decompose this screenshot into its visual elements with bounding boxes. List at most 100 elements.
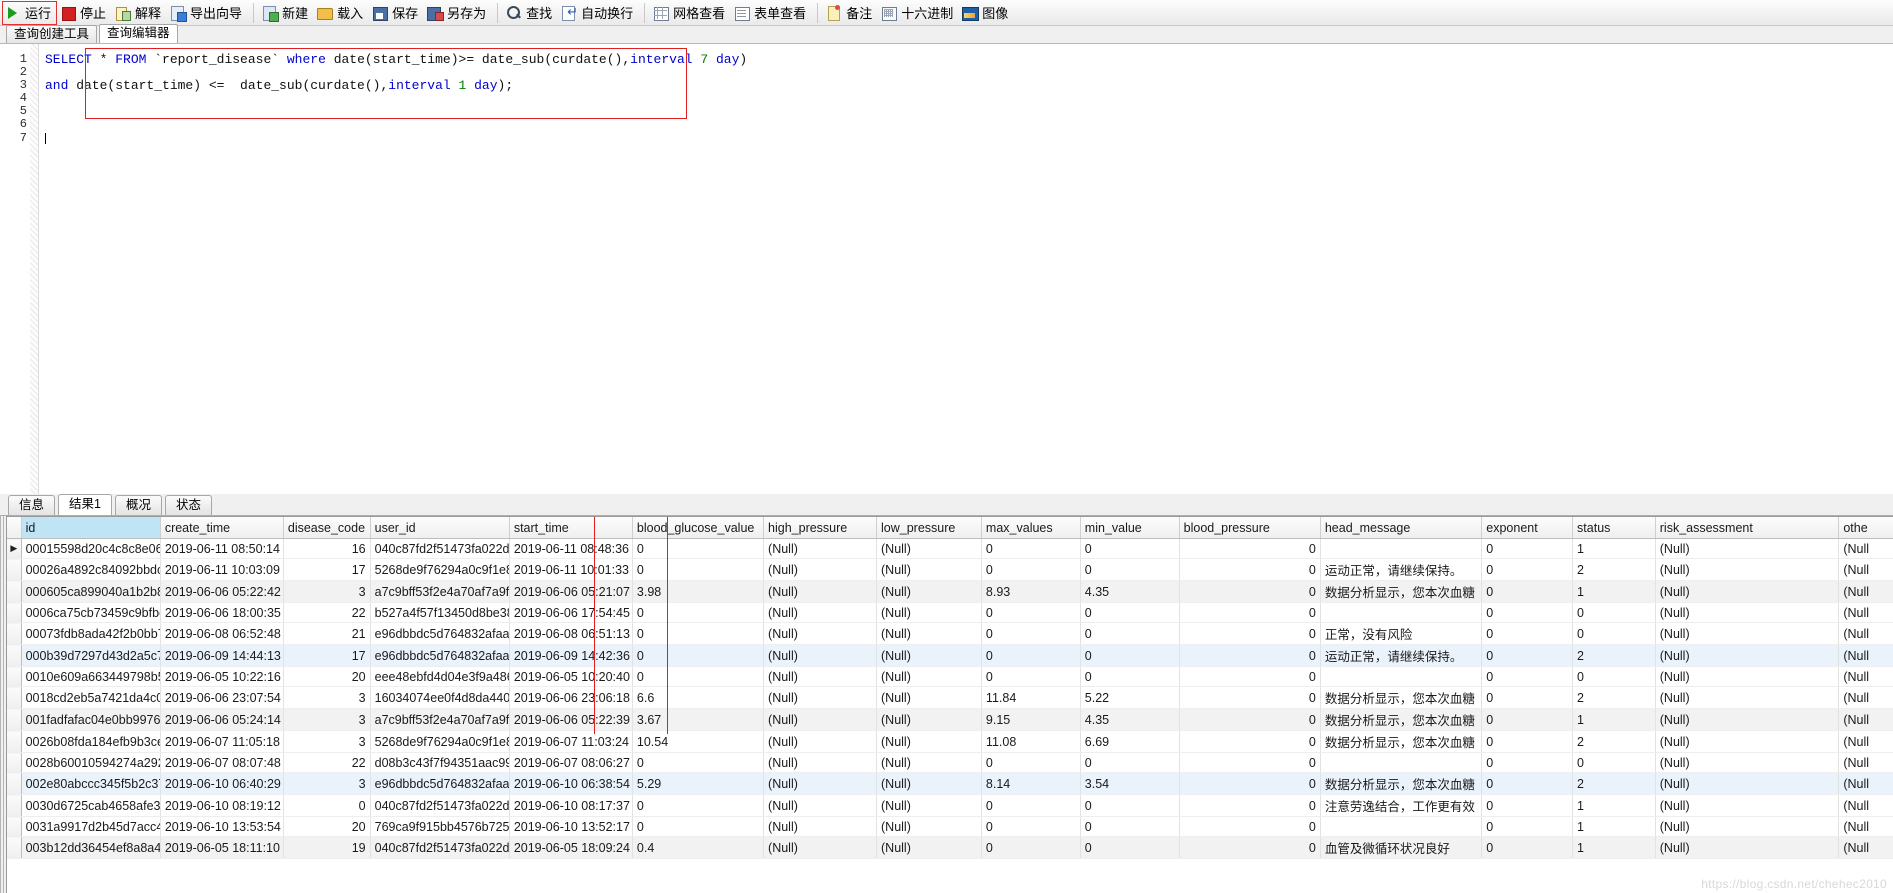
cell-high_pressure[interactable]: (Null) [763,816,878,837]
column-header-user_id[interactable]: user_id [370,517,510,539]
cell-min_value[interactable]: 5.22 [1080,686,1180,709]
column-header-blood_pressure[interactable]: blood_pressure [1179,517,1321,539]
row-marker[interactable] [7,752,22,773]
cell-exponent[interactable]: 0 [1481,708,1574,731]
cell-risk_assessment[interactable]: (Null) [1655,602,1840,623]
cell-max_values[interactable]: 8.93 [981,580,1081,603]
save-as-button[interactable]: 另存为 [424,2,492,24]
cell-id[interactable]: 0026b08fda184efb9b3ce: [21,730,161,753]
cell-status[interactable]: 2 [1572,644,1656,667]
cell-min_value[interactable]: 0 [1080,622,1180,645]
cell-low_pressure[interactable]: (Null) [876,580,982,603]
table-row[interactable]: 0006ca75cb73459c9bfbe 2019-06-06 18:00:35… [7,602,1893,623]
cell-max_values[interactable]: 0 [981,794,1081,817]
cell-min_value[interactable]: 0 [1080,836,1180,859]
table-row[interactable]: 0030d6725cab4658afe3d 2019-06-10 08:19:12… [7,794,1893,817]
cell-exponent[interactable]: 0 [1481,816,1574,837]
cell-exponent[interactable]: 0 [1481,666,1574,687]
cell-head_message[interactable]: 运动正常，请继续保持。 [1320,558,1483,581]
row-marker[interactable] [7,602,22,623]
cell-high_pressure[interactable]: (Null) [763,644,878,667]
cell-blood_glucose_value[interactable]: 0 [632,816,765,837]
cell-exponent[interactable]: 0 [1481,538,1574,559]
cell-min_value[interactable]: 4.35 [1080,708,1180,731]
cell-start_time[interactable]: 2019-06-08 06:51:13 [509,622,633,645]
row-marker[interactable] [7,580,22,603]
cell-low_pressure[interactable]: (Null) [876,752,982,773]
cell-exponent[interactable]: 0 [1481,836,1574,859]
cell-user_id[interactable]: a7c9bff53f2e4a70af7a9f6 [370,580,510,603]
cell-max_values[interactable]: 9.15 [981,708,1081,731]
cell-high_pressure[interactable]: (Null) [763,752,878,773]
cell-create_time[interactable]: 2019-06-08 06:52:48 [160,622,284,645]
cell-id[interactable]: 00015598d20c4c8c8e06b [21,538,161,559]
sql-editor[interactable]: 1234567 SELECT * FROM `report_disease` w… [0,44,1893,510]
cell-create_time[interactable]: 2019-06-09 14:44:13 [160,644,284,667]
row-marker[interactable] [7,730,22,753]
cell-status[interactable]: 0 [1572,752,1656,773]
cell-id[interactable]: 002e80abccc345f5b2c37¿ [21,772,161,795]
tab-query-builder[interactable]: 查询创建工具 [6,25,98,43]
cell-start_time[interactable]: 2019-06-11 08:48:36 [509,538,633,559]
cell-high_pressure[interactable]: (Null) [763,836,878,859]
cell-disease_code[interactable]: 20 [283,816,371,837]
column-header-exponent[interactable]: exponent [1481,517,1574,539]
cell-low_pressure[interactable]: (Null) [876,794,982,817]
grid-view-button[interactable]: 网格查看 [650,2,731,24]
cell-disease_code[interactable]: 17 [283,558,371,581]
cell-disease_code[interactable]: 3 [283,686,371,709]
table-row[interactable]: 000b39d7297d43d2a5c7: 2019-06-09 14:44:13… [7,644,1893,667]
column-header-max_values[interactable]: max_values [981,517,1081,539]
cell-head_message[interactable]: 注意劳逸结合，工作更有效 [1320,794,1483,817]
cell-start_time[interactable]: 2019-06-09 14:42:36 [509,644,633,667]
cell-blood_pressure[interactable]: 0 [1179,622,1321,645]
cell-status[interactable]: 1 [1572,816,1656,837]
run-button[interactable]: 运行 [2,0,58,25]
cell-blood_pressure[interactable]: 0 [1179,538,1321,559]
cell-disease_code[interactable]: 16 [283,538,371,559]
tab-info[interactable]: 信息 [8,495,56,515]
cell-user_id[interactable]: 040c87fd2f51473fa022d2 [370,538,510,559]
cell-disease_code[interactable]: 21 [283,622,371,645]
cell-status[interactable]: 0 [1572,666,1656,687]
cell-id[interactable]: 000b39d7297d43d2a5c7: [21,644,161,667]
column-header-risk_assessment[interactable]: risk_assessment [1655,517,1840,539]
cell-user_id[interactable]: eee48ebfd4d04e3f9a486 [370,666,510,687]
cell-status[interactable]: 1 [1572,836,1656,859]
cell-othe[interactable]: (Null [1838,816,1893,837]
cell-create_time[interactable]: 2019-06-07 11:05:18 [160,730,284,753]
row-marker[interactable] [7,558,22,581]
cell-start_time[interactable]: 2019-06-06 05:22:39 [509,708,633,731]
cell-create_time[interactable]: 2019-06-06 05:22:42 [160,580,284,603]
cell-high_pressure[interactable]: (Null) [763,772,878,795]
cell-status[interactable]: 2 [1572,558,1656,581]
cell-high_pressure[interactable]: (Null) [763,558,878,581]
column-header-high_pressure[interactable]: high_pressure [763,517,878,539]
cell-othe[interactable]: (Null [1838,772,1893,795]
cell-id[interactable]: 0018cd2eb5a7421da4c05 [21,686,161,709]
cell-user_id[interactable]: 5268de9f76294a0c9f1e8f [370,730,510,753]
cell-head_message[interactable]: 数据分析显示，您本次血糖 [1320,708,1483,731]
cell-id[interactable]: 00073fdb8ada42f2b0bb7 [21,622,161,645]
cell-start_time[interactable]: 2019-06-07 08:06:27 [509,752,633,773]
cell-min_value[interactable]: 0 [1080,794,1180,817]
cell-othe[interactable]: (Null [1838,686,1893,709]
cell-max_values[interactable]: 0 [981,816,1081,837]
cell-risk_assessment[interactable]: (Null) [1655,730,1840,753]
column-header-start_time[interactable]: start_time [509,517,633,539]
cell-blood_pressure[interactable]: 0 [1179,772,1321,795]
cell-disease_code[interactable]: 22 [283,752,371,773]
row-marker[interactable] [7,666,22,687]
cell-risk_assessment[interactable]: (Null) [1655,580,1840,603]
cell-exponent[interactable]: 0 [1481,794,1574,817]
cell-risk_assessment[interactable]: (Null) [1655,538,1840,559]
column-header-head_message[interactable]: head_message [1320,517,1483,539]
cell-start_time[interactable]: 2019-06-05 10:20:40 [509,666,633,687]
cell-high_pressure[interactable]: (Null) [763,794,878,817]
cell-id[interactable]: 003b12dd36454ef8a8a44 [21,836,161,859]
cell-id[interactable]: 0030d6725cab4658afe3d [21,794,161,817]
column-header-low_pressure[interactable]: low_pressure [876,517,982,539]
cell-max_values[interactable]: 0 [981,622,1081,645]
cell-low_pressure[interactable]: (Null) [876,666,982,687]
cell-create_time[interactable]: 2019-06-10 08:19:12 [160,794,284,817]
